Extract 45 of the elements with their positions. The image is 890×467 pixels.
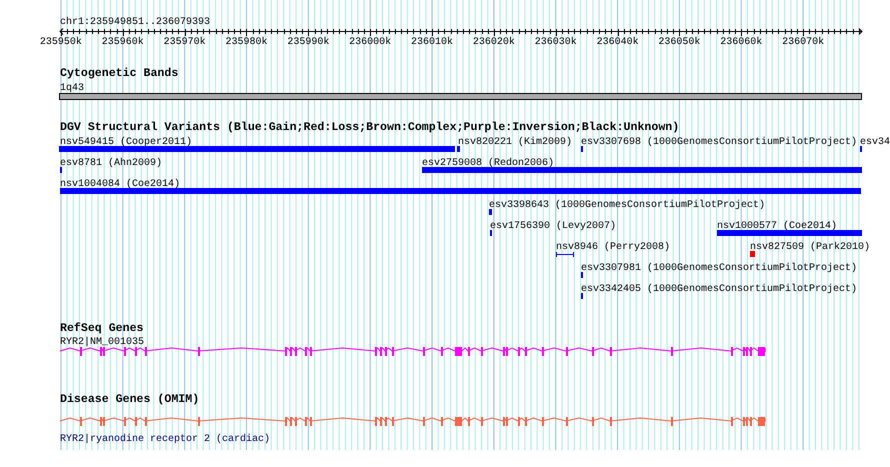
variant-bar[interactable] — [717, 230, 862, 236]
band-label: 1q43 — [60, 83, 84, 94]
variant-label: esv8781 (Ahn2009) — [60, 158, 162, 169]
variant-label: esv3342405 (1000GenomesConsortiumPilotProject) — [581, 284, 858, 295]
variant-span[interactable] — [556, 252, 574, 258]
variant-bar[interactable] — [60, 188, 861, 194]
region-label: chr1:235949851..236079393 — [60, 17, 210, 28]
tick-label: 236020k — [472, 37, 515, 48]
variant-label: esv1756390 (Levy2007) — [490, 221, 616, 232]
gene-label: RYR2|ryanodine receptor 2 (cardiac) — [60, 434, 270, 445]
tick-label: 236070k — [782, 37, 824, 48]
tick-label: 236050k — [658, 37, 700, 48]
tick-label: 235970k — [164, 37, 206, 48]
tick-label: 235990k — [287, 37, 330, 48]
variant-label: nsv8946 (Perry2008) — [556, 242, 670, 253]
tick-label: 236030k — [534, 37, 577, 48]
track-title: RefSeq Genes — [60, 322, 144, 335]
variant-label: nsv820221 (Kim2009) — [458, 137, 572, 148]
variant-bar[interactable] — [59, 146, 455, 152]
track-title: Cytogenetic Bands — [60, 67, 178, 80]
variant-label: nsv1004084 (Coe2014) — [60, 179, 180, 190]
tick-label: 236000k — [349, 37, 392, 48]
tick-label: 236010k — [411, 37, 454, 48]
variant-label: esv3307981 (1000GenomesConsortiumPilotProject) — [581, 263, 858, 274]
variant-label: nsv827509 (Park2010) — [750, 242, 870, 253]
gene-model-drawing[interactable] — [60, 346, 766, 356]
tick-label: 235960k — [102, 37, 144, 48]
variant-label: nsv1000577 (Coe2014) — [717, 221, 838, 232]
variant-label: esv3307698 (1000GenomesConsortiumPilotProject) — [581, 137, 858, 148]
variant-bar[interactable] — [750, 251, 755, 257]
track-title: Disease Genes (OMIM) — [60, 393, 200, 406]
variant-label: esv34 — [860, 137, 890, 148]
tick-label: 236040k — [596, 37, 639, 48]
variant-label: esv2759008 (Redon2006) — [422, 158, 554, 169]
variant-bar[interactable] — [422, 167, 862, 173]
gene-label: RYR2|NM_001035 — [60, 337, 144, 348]
tick-label: 235980k — [225, 37, 268, 48]
variant-bar[interactable] — [457, 146, 460, 152]
variant-bar[interactable] — [489, 209, 492, 215]
variant-label: esv3398643 (1000GenomesConsortiumPilotProject) — [489, 200, 766, 211]
tick-label: 235950k — [40, 37, 82, 48]
tick-label: 236060k — [720, 37, 762, 48]
variant-label: nsv549415 (Cooper2011) — [60, 137, 192, 148]
track-title: DGV Structural Variants (Blue:Gain;Red:Loss;Brown:Complex;Purple:Inversion;Black:Unknown) — [60, 121, 680, 134]
gene-model-drawing[interactable] — [60, 416, 766, 426]
